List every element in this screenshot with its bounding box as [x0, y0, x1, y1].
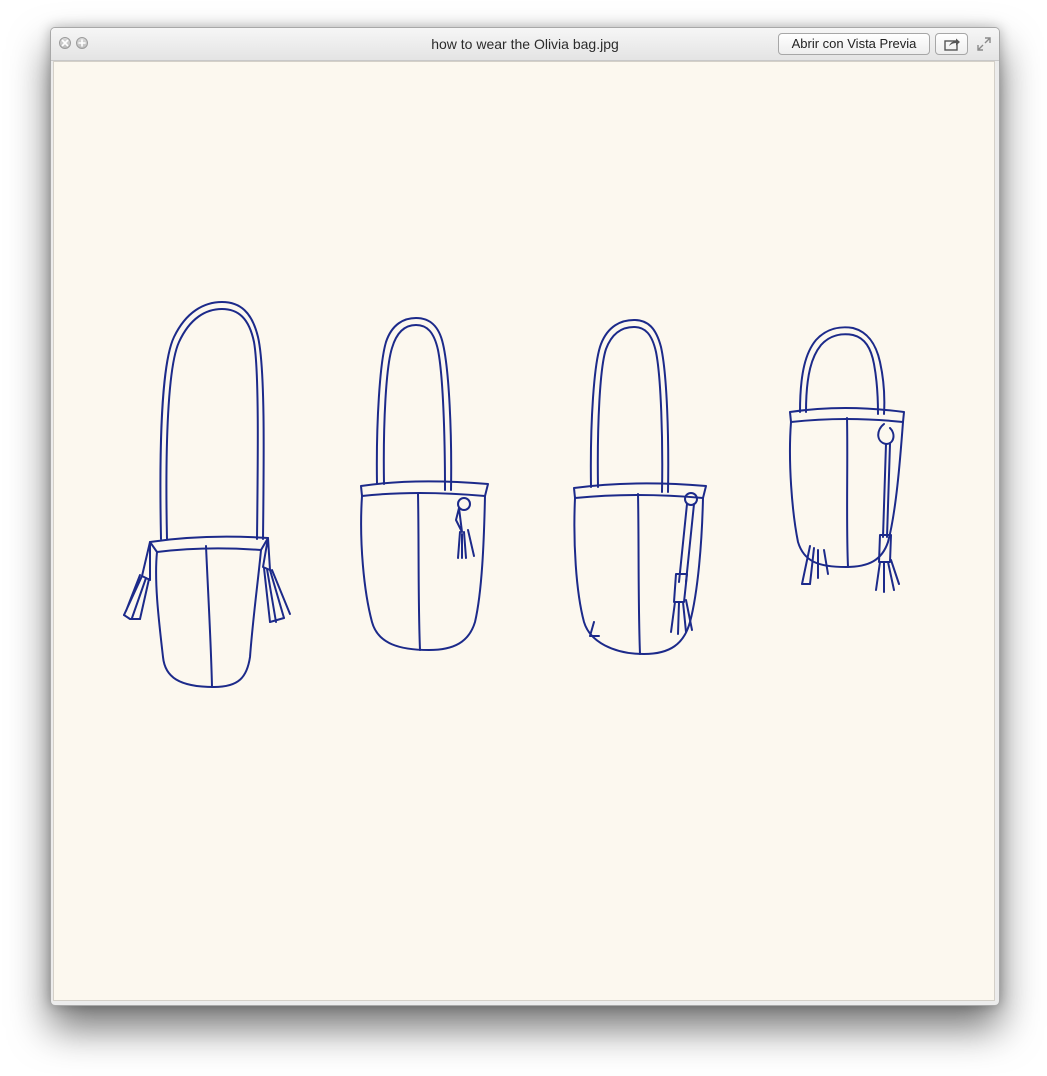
open-with-preview-button[interactable]: Abrir con Vista Previa	[778, 33, 930, 55]
title-bar[interactable]: how to wear the Olivia bag.jpg Abrir con…	[51, 28, 999, 61]
share-button[interactable]	[935, 33, 968, 55]
bag-drawing-3	[573, 319, 707, 655]
bag-drawing-1	[123, 301, 291, 688]
expand-icon	[977, 37, 991, 51]
bag-illustration	[123, 301, 905, 688]
quicklook-window: how to wear the Olivia bag.jpg Abrir con…	[50, 27, 1000, 1006]
expand-button[interactable]	[976, 36, 992, 52]
image-preview	[53, 61, 995, 1001]
bag-drawing-4	[789, 326, 905, 593]
plus-icon	[78, 39, 86, 47]
close-icon	[61, 39, 69, 47]
bag-drawing-2	[360, 317, 489, 651]
close-button[interactable]	[59, 37, 71, 49]
fullscreen-button[interactable]	[76, 37, 88, 49]
share-icon	[944, 38, 960, 51]
